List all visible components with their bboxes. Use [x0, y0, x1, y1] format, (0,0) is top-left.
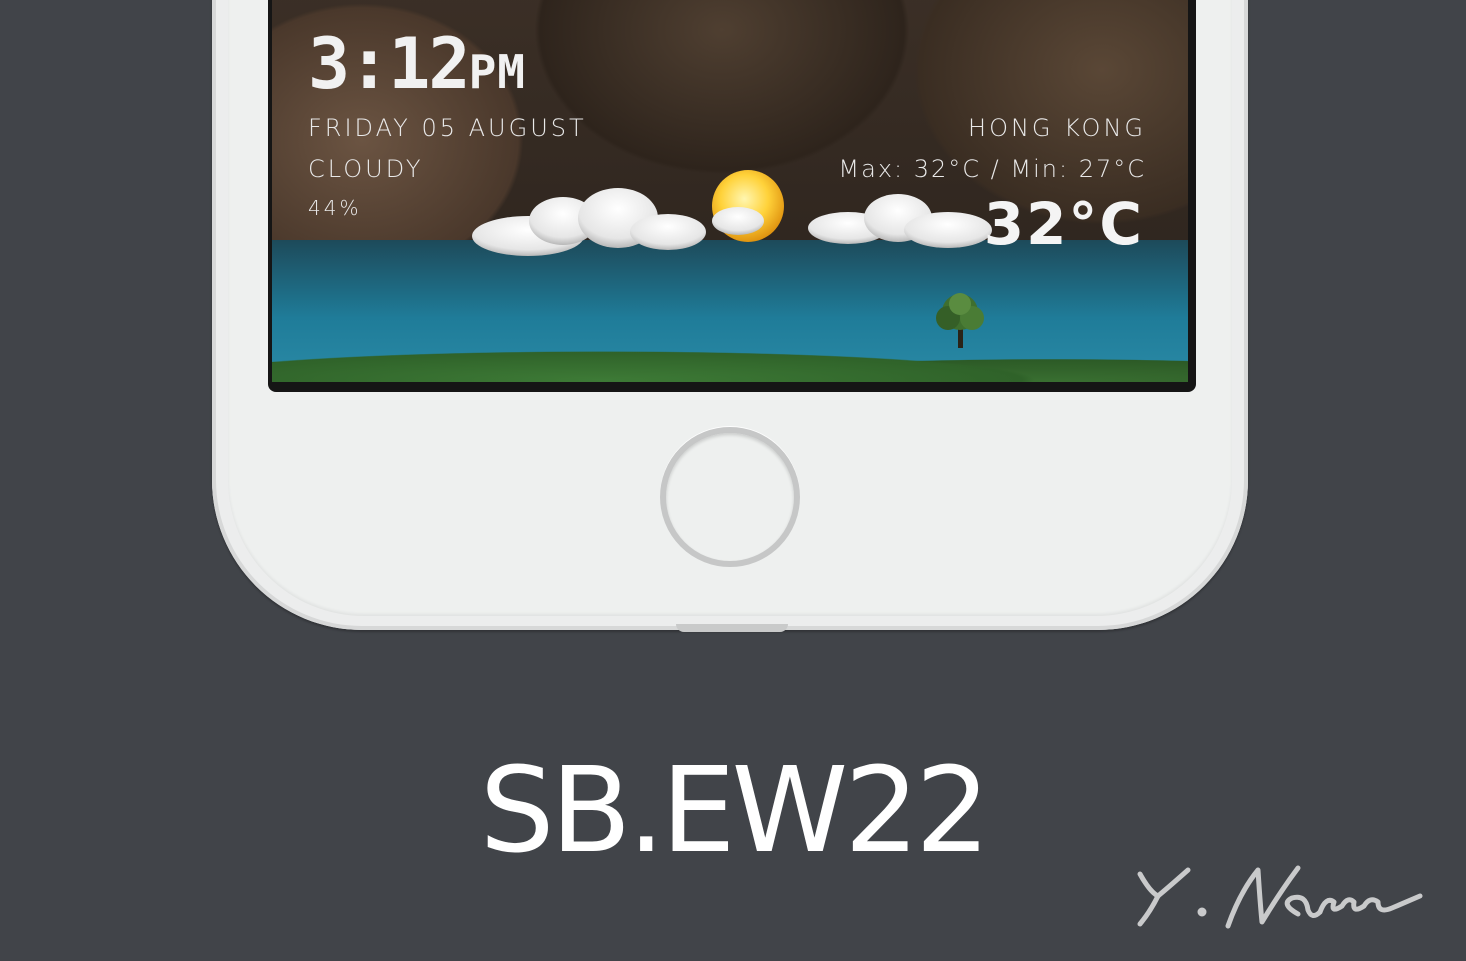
phone-bottom-edge: [676, 624, 788, 632]
city-label: HONG KONG: [968, 114, 1146, 142]
temperature-range: Max: 32°C / Min: 27°C: [838, 155, 1146, 183]
phone-screen: 3:12PM FRIDAY 05 AUGUST CLOUDY 44% HONG …: [268, 0, 1196, 392]
date-label: FRIDAY 05 AUGUST: [308, 114, 587, 142]
current-temperature: 32°C: [983, 190, 1144, 258]
clock-time: 3:12PM: [308, 24, 526, 112]
clock-hours-minutes: 3:12: [308, 23, 471, 105]
condition-label: CLOUDY: [308, 155, 424, 183]
clock-ampm: PM: [468, 45, 526, 99]
signature-logo: [1137, 865, 1423, 929]
product-title: SB.EW22: [479, 741, 991, 879]
grass-hills: [272, 332, 1188, 382]
tree-icon: [936, 293, 984, 348]
humidity-label: 44%: [308, 196, 362, 220]
home-button[interactable]: [660, 427, 800, 567]
weather-widget: 3:12PM FRIDAY 05 AUGUST CLOUDY 44% HONG …: [272, 0, 1188, 382]
